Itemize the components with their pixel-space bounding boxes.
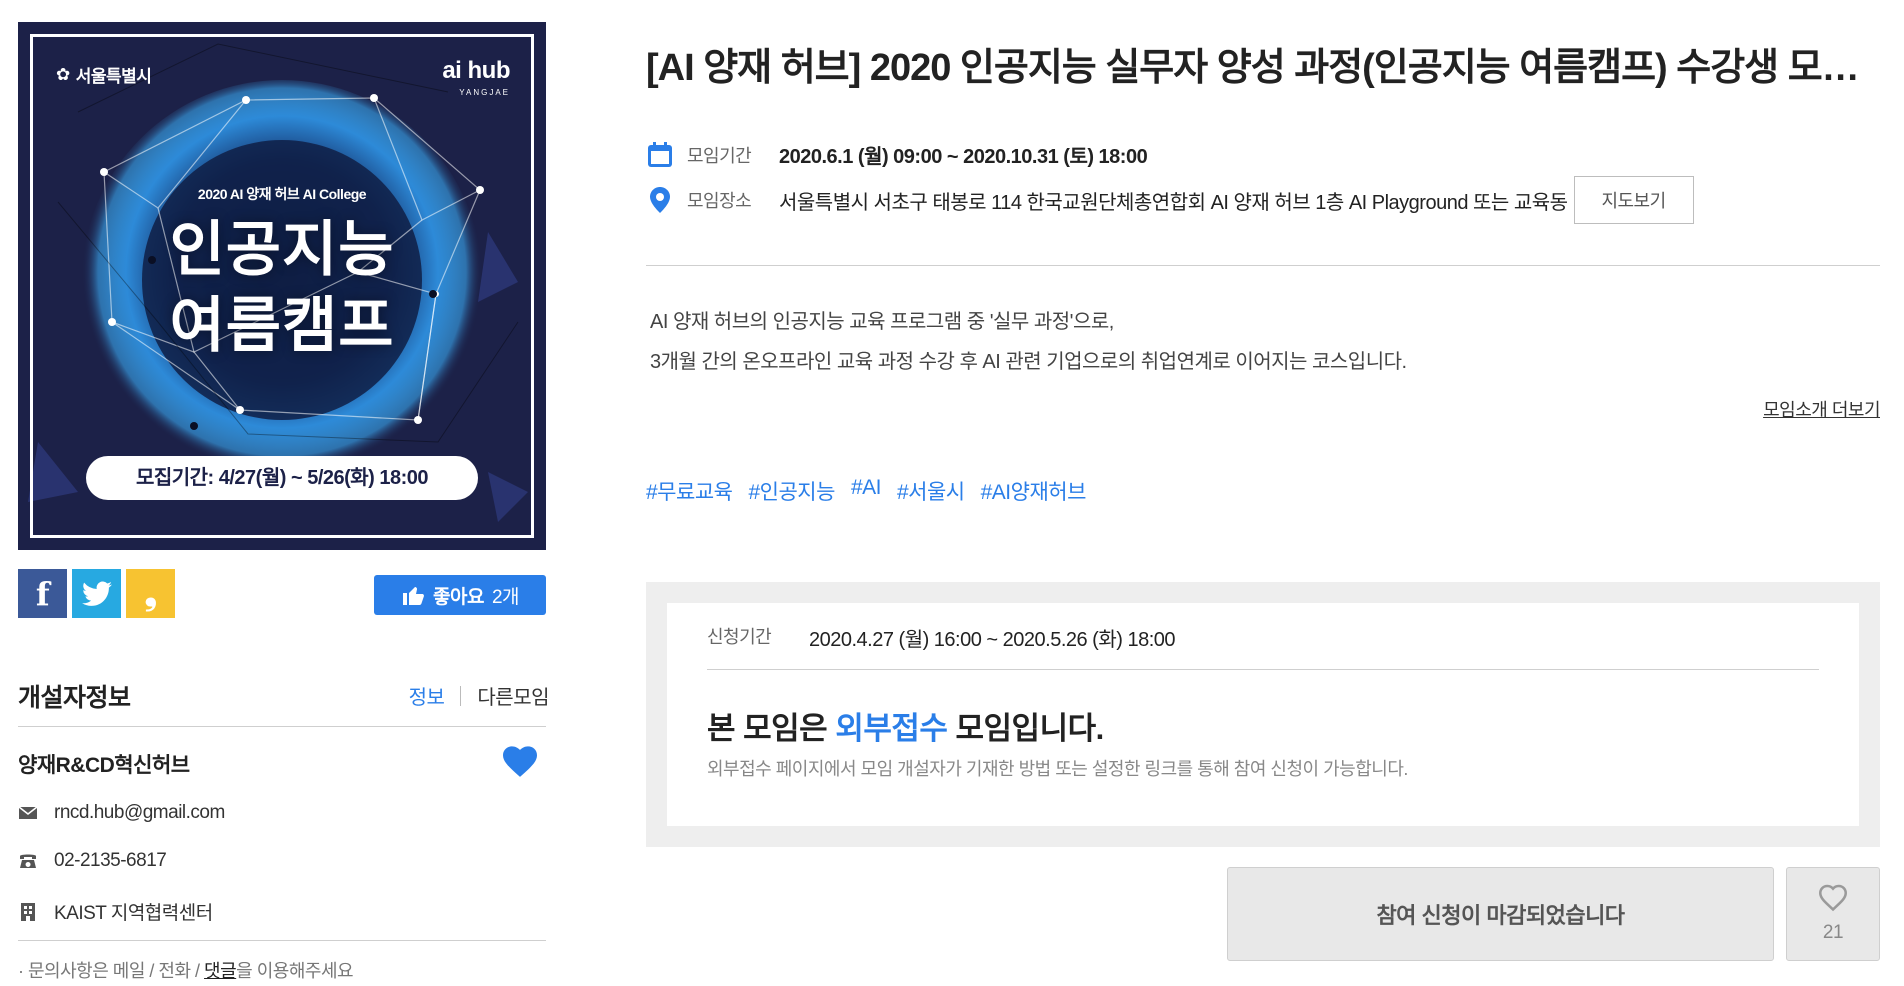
event-period-row: 모임기간 2020.6.1 (월) 09:00 ~ 2020.10.31 (토)… bbox=[646, 140, 1148, 169]
tag-link[interactable]: #무료교육 bbox=[646, 476, 733, 506]
kakaostory-icon: ❟ bbox=[144, 574, 157, 611]
application-period-row: 신청기간 2020.4.27 (월) 16:00 ~ 2020.5.26 (화)… bbox=[707, 623, 1176, 652]
application-closed-button[interactable]: 참여 신청이 마감되었습니다 bbox=[1227, 867, 1774, 961]
facebook-icon: f bbox=[35, 574, 50, 613]
application-divider bbox=[707, 669, 1819, 670]
like-count: 2개 bbox=[491, 586, 520, 608]
favorite-host-heart-icon[interactable] bbox=[503, 746, 537, 778]
calendar-icon bbox=[648, 141, 672, 167]
message-suffix: 모임입니다. bbox=[947, 711, 1105, 746]
tag-link[interactable]: #AI양재허브 bbox=[981, 476, 1087, 506]
host-divider-top bbox=[18, 726, 546, 727]
kakaostory-share-button[interactable]: ❟ bbox=[126, 569, 175, 618]
application-period-value: 2020.4.27 (월) 16:00 ~ 2020.5.26 (화) 18:0… bbox=[809, 629, 1176, 651]
poster-course: 2020 AI 양재 허브 AI College bbox=[197, 186, 367, 202]
event-description-line2: 3개월 간의 온오프라인 교육 과정 수강 후 AI 관련 기업으로의 취업연계… bbox=[650, 351, 1407, 373]
application-info-box: 신청기간 2020.4.27 (월) 16:00 ~ 2020.5.26 (화)… bbox=[646, 582, 1880, 847]
external-registration-note: 외부접수 페이지에서 모임 개설자가 기재한 방법 또는 설정한 링크를 통해 … bbox=[707, 759, 1408, 779]
event-divider bbox=[646, 265, 1880, 266]
mail-icon bbox=[18, 806, 38, 819]
event-description-line1: AI 양재 허브의 인공지능 교육 프로그램 중 '실무 과정'으로, bbox=[650, 311, 1114, 333]
poster-brand-label: ai hub bbox=[442, 57, 510, 84]
like-label: 좋아요 bbox=[432, 586, 484, 608]
comment-link[interactable]: 댓글 bbox=[204, 961, 237, 981]
host-notice-post: 을 이용해주세요 bbox=[236, 961, 354, 981]
host-name: 양재R&CD혁신허브 bbox=[18, 754, 190, 777]
tag-link[interactable]: #인공지능 bbox=[748, 476, 835, 506]
message-highlight: 외부접수 bbox=[835, 711, 948, 746]
view-map-button[interactable]: 지도보기 bbox=[1573, 176, 1694, 224]
read-more-link[interactable]: 모임소개 더보기 bbox=[1763, 396, 1880, 422]
twitter-icon bbox=[81, 580, 112, 606]
poster-org: ✿ 서울특별시 bbox=[56, 62, 152, 87]
event-description: AI 양재 허브의 인공지능 교육 프로그램 중 '실무 과정'으로, 3개월 … bbox=[650, 302, 1407, 382]
host-tabs: 정보 다른모임 bbox=[409, 681, 549, 710]
host-org-row: KAIST 지역협력센터 bbox=[18, 898, 213, 925]
building-icon bbox=[21, 902, 35, 921]
seoul-logo-icon: ✿ bbox=[56, 64, 70, 84]
wishlist-count: 21 bbox=[1822, 922, 1844, 943]
heart-outline-icon bbox=[1818, 884, 1848, 912]
like-button[interactable]: 좋아요 2개 bbox=[374, 575, 546, 615]
poster-brand-sub: YANGJAE bbox=[459, 88, 510, 97]
event-period-label: 모임기간 bbox=[687, 145, 752, 166]
thumbs-up-icon bbox=[402, 587, 424, 605]
host-phone-row: 02-2135-6817 bbox=[18, 850, 167, 872]
poster-headline: 인공지능 여름캠프 bbox=[18, 212, 546, 364]
event-place-label: 모임장소 bbox=[687, 191, 752, 211]
poster-headline-line2: 여름캠프 bbox=[169, 292, 395, 359]
location-pin-icon bbox=[650, 187, 670, 213]
wishlist-button[interactable]: 21 bbox=[1786, 867, 1880, 961]
tab-separator bbox=[460, 685, 462, 706]
twitter-share-button[interactable] bbox=[72, 569, 121, 618]
poster-headline-line1: 인공지능 bbox=[169, 216, 395, 283]
external-registration-message: 본 모임은 외부접수 모임입니다. bbox=[707, 703, 1104, 748]
tag-link[interactable]: #AI bbox=[851, 476, 882, 506]
application-info-inner: 신청기간 2020.4.27 (월) 16:00 ~ 2020.5.26 (화)… bbox=[667, 603, 1859, 826]
host-notice: · 문의사항은 메일 / 전화 / 댓글을 이용해주세요 bbox=[18, 957, 354, 983]
event-title: [AI 양재 허브] 2020 인공지능 실무자 양성 과정(인공지능 여름캠프… bbox=[646, 47, 1876, 89]
host-organization: KAIST 지역협력센터 bbox=[54, 903, 213, 924]
event-place-value: 서울특별시 서초구 태봉로 114 한국교원단체총연합회 AI 양재 허브 1층… bbox=[779, 191, 1568, 214]
host-notice-pre: · 문의사항은 메일 / 전화 / bbox=[18, 961, 205, 981]
event-tags: #무료교육 #인공지능 #AI #서울시 #AI양재허브 bbox=[646, 476, 1086, 506]
message-prefix: 본 모임은 bbox=[707, 711, 836, 746]
host-section-title: 개설자정보 bbox=[18, 684, 131, 712]
host-email-row: rncd.hub@gmail.com bbox=[18, 802, 225, 824]
poster-period: 모집기간: 4/27(월) ~ 5/26(화) 18:00 bbox=[86, 456, 478, 500]
phone-icon bbox=[20, 854, 36, 868]
host-phone: 02-2135-6817 bbox=[54, 850, 167, 871]
event-place-row: 모임장소 서울특별시 서초구 태봉로 114 한국교원단체총연합회 AI 양재 … bbox=[646, 176, 1694, 224]
tag-link[interactable]: #서울시 bbox=[897, 476, 965, 506]
poster-org-label: 서울특별시 bbox=[75, 67, 152, 86]
event-period-value: 2020.6.1 (월) 09:00 ~ 2020.10.31 (토) 18:0… bbox=[779, 146, 1148, 168]
poster-brand: ai hub YANGJAE bbox=[442, 57, 510, 104]
tab-host-info[interactable]: 정보 bbox=[409, 681, 445, 710]
application-period-label: 신청기간 bbox=[707, 627, 772, 647]
host-divider-bottom bbox=[18, 940, 546, 941]
host-email[interactable]: rncd.hub@gmail.com bbox=[54, 802, 225, 824]
event-poster: ✿ 서울특별시 ai hub YANGJAE 2020 AI 양재 허브 AI … bbox=[18, 22, 546, 550]
tab-host-other-events[interactable]: 다른모임 bbox=[477, 681, 549, 710]
facebook-share-button[interactable]: f bbox=[18, 569, 67, 618]
